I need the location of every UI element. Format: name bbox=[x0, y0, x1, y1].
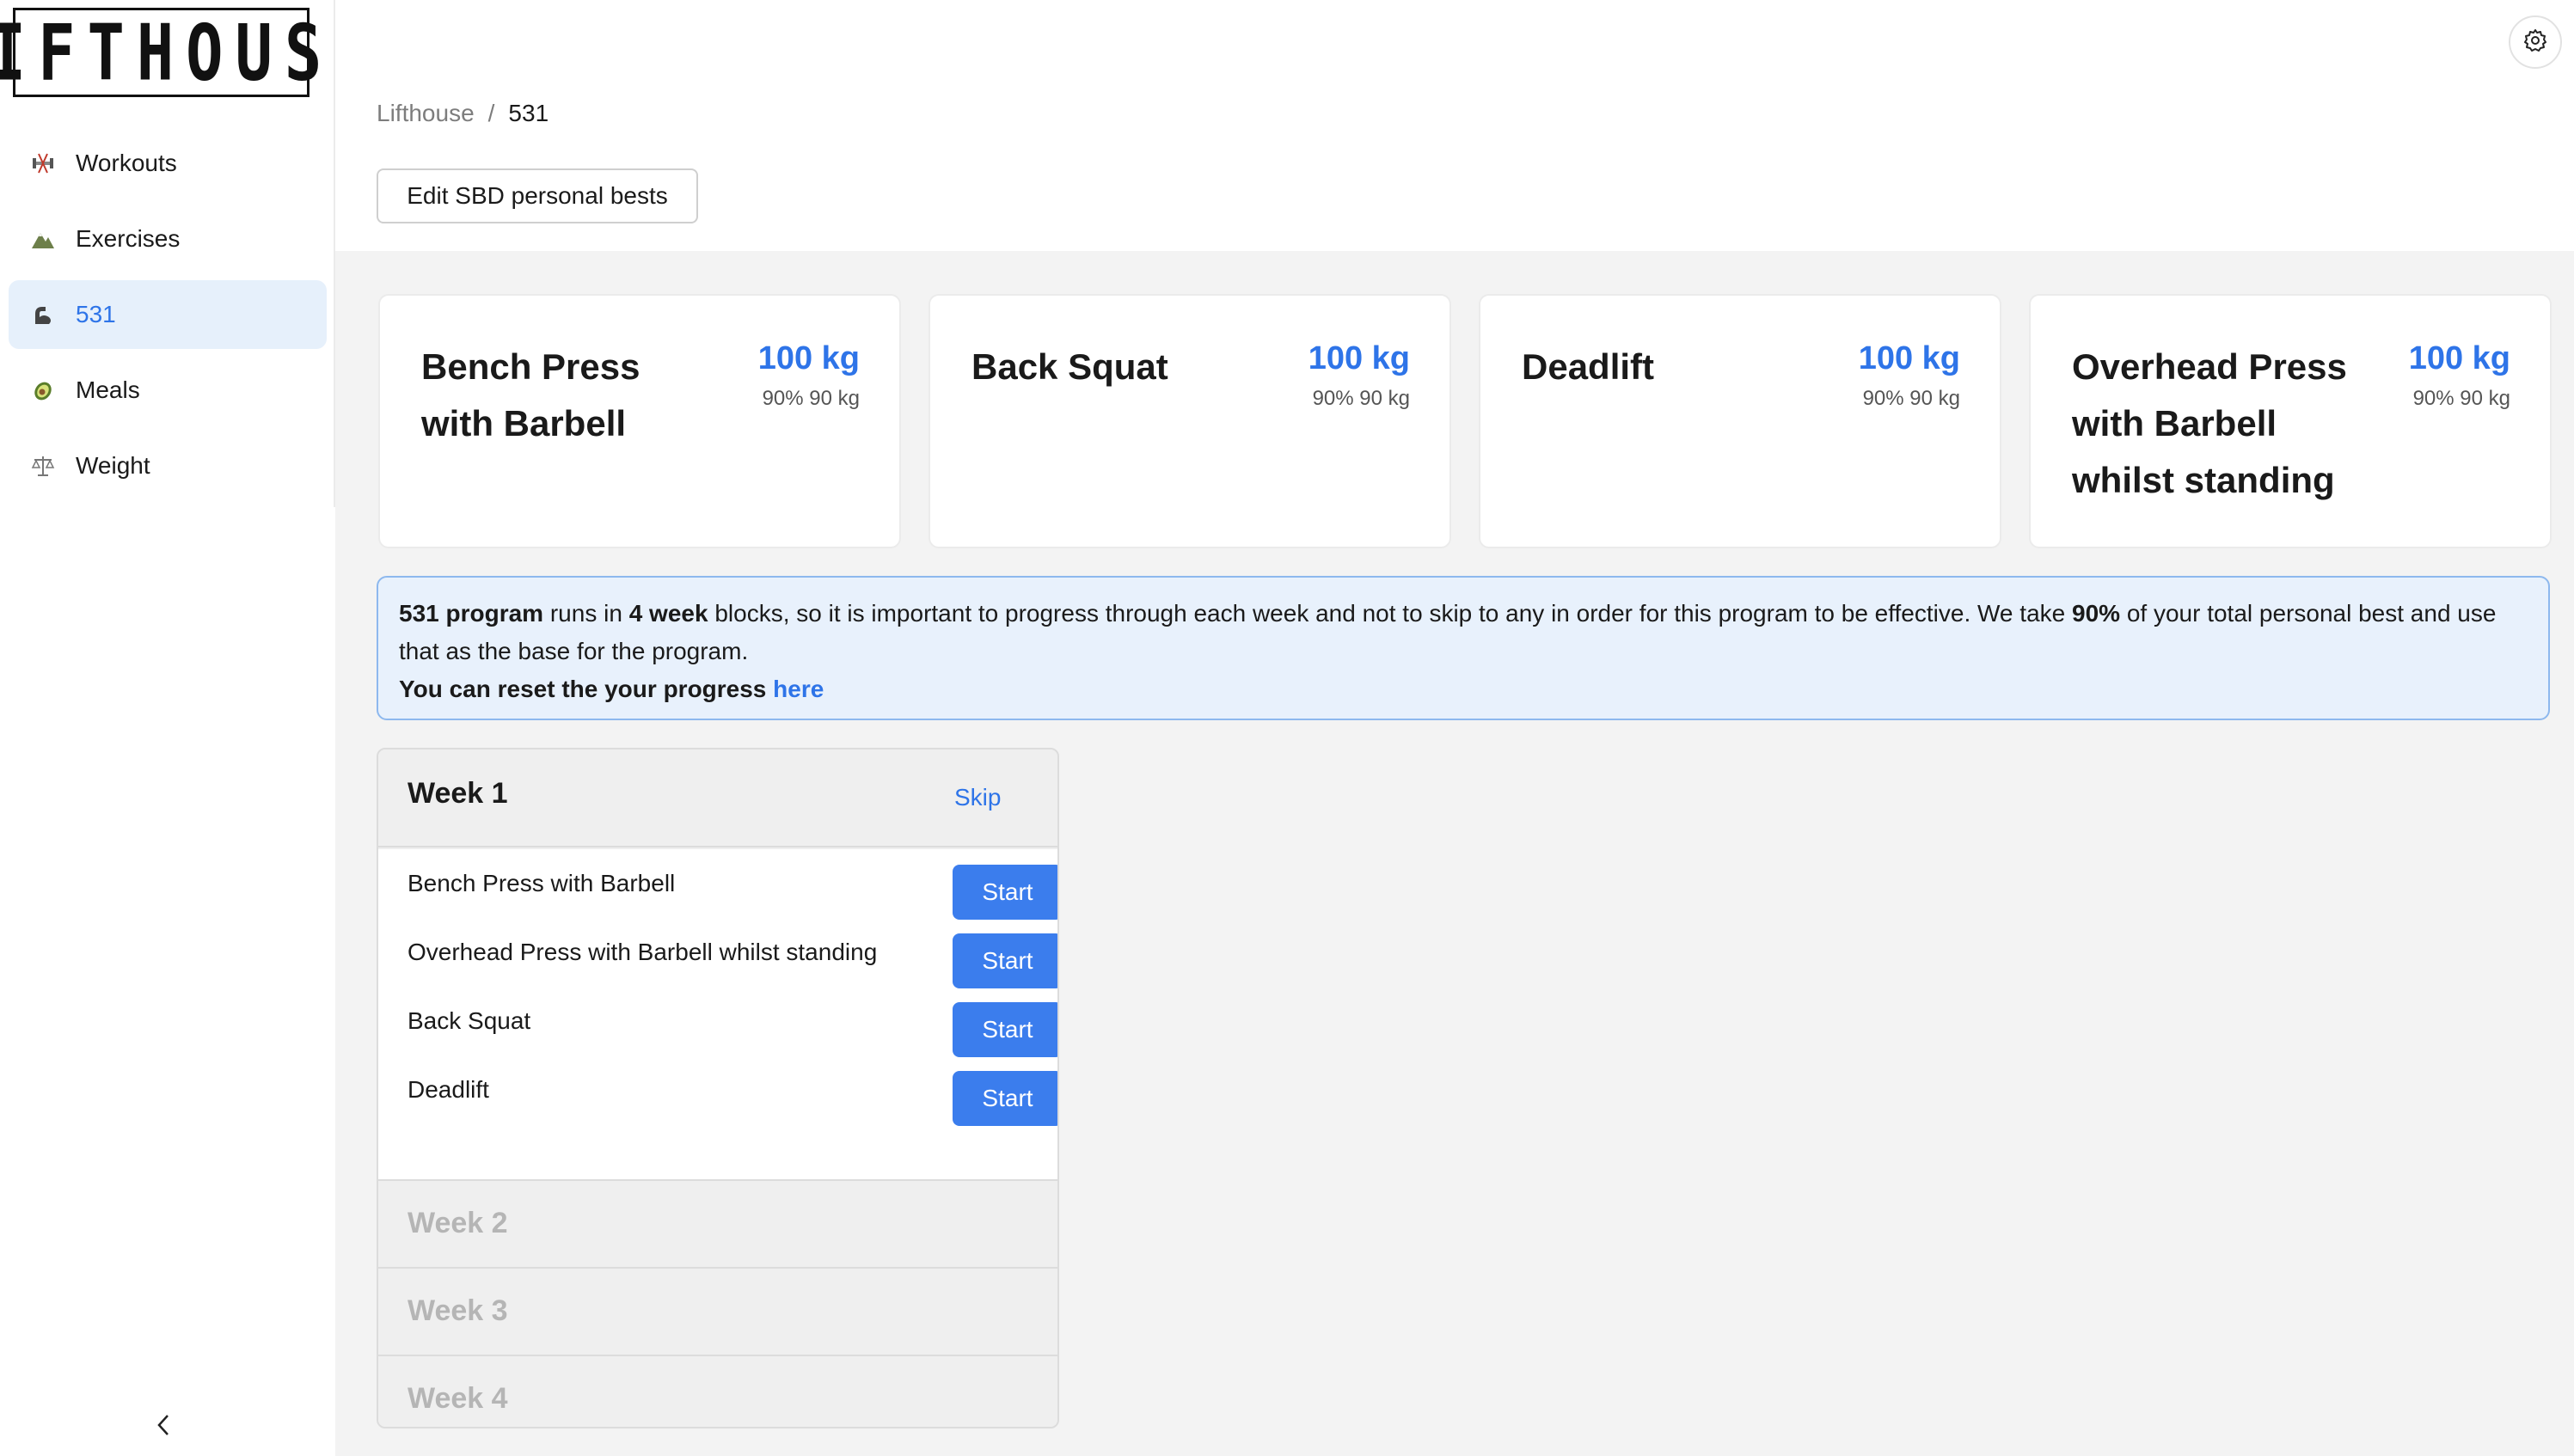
info-text: blocks, so it is important to progress t… bbox=[708, 600, 2072, 627]
exercise-name: Back Squat bbox=[408, 1007, 531, 1034]
lift-card-title: Bench Press with Barbell bbox=[421, 346, 640, 444]
sidebar-item-label: 531 bbox=[76, 301, 116, 327]
breadcrumb: Lifthouse / 531 bbox=[377, 100, 549, 127]
week-1-header[interactable]: Week 1 Skip bbox=[378, 749, 1057, 847]
week-3-header[interactable]: Week 3 bbox=[378, 1270, 1057, 1356]
info-percent: 90% bbox=[2072, 600, 2121, 627]
sidebar: LIFTHOUSE Workouts Exercises 531 Meals bbox=[0, 0, 371, 1456]
reset-progress-line: You can reset the your progress here bbox=[399, 670, 2528, 708]
scales-icon bbox=[26, 449, 60, 483]
lift-card: Back Squat 100 kg 90% 90 kg bbox=[928, 294, 1451, 548]
lift-card-weight: 100 kg bbox=[2408, 340, 2510, 376]
mountain-icon bbox=[26, 222, 60, 256]
exercise-name: Deadlift bbox=[408, 1076, 489, 1103]
lift-card-weight: 100 kg bbox=[1308, 340, 1410, 376]
lift-card-title: Deadlift bbox=[1522, 346, 1655, 387]
weeks-accordion: Week 1 Skip Bench Press with Barbell Sta… bbox=[377, 748, 1059, 1428]
info-program-name: 531 program bbox=[399, 600, 544, 627]
flexed-arm-icon bbox=[26, 297, 60, 332]
exercise-row: Back Squat Start bbox=[408, 1002, 1057, 1057]
sidebar-item-weight[interactable]: Weight bbox=[9, 431, 327, 500]
week-title: Week 3 bbox=[408, 1294, 508, 1327]
breadcrumb-home-link[interactable]: Lifthouse bbox=[377, 100, 475, 127]
avocado-icon bbox=[26, 373, 60, 407]
exercise-name: Overhead Press with Barbell whilst stand… bbox=[408, 939, 878, 965]
settings-button[interactable] bbox=[2509, 15, 2562, 69]
week-1-body: Bench Press with Barbell Start Overhead … bbox=[378, 849, 1057, 1181]
lift-card-title: Overhead Press with Barbell whilst stand… bbox=[2072, 346, 2347, 500]
edit-personal-bests-button[interactable]: Edit SBD personal bests bbox=[377, 168, 698, 223]
skip-week-button[interactable]: Skip bbox=[954, 784, 1001, 811]
info-weeks: 4 week bbox=[628, 600, 708, 627]
program-info-alert: 531 program runs in 4 week blocks, so it… bbox=[377, 576, 2550, 720]
reset-progress-text: You can reset the your progress bbox=[399, 676, 774, 702]
breadcrumb-separator: / bbox=[487, 100, 495, 126]
chevron-left-icon bbox=[154, 1413, 173, 1441]
sidebar-item-label: Exercises bbox=[76, 225, 181, 252]
collapse-sidebar-button[interactable] bbox=[142, 1410, 185, 1444]
start-exercise-button[interactable]: Start bbox=[953, 933, 1057, 988]
sidebar-item-meals[interactable]: Meals bbox=[9, 356, 327, 425]
lift-card-weight: 100 kg bbox=[757, 340, 860, 376]
lift-card: Bench Press with Barbell 100 kg 90% 90 k… bbox=[378, 294, 901, 548]
reset-progress-link[interactable]: here bbox=[773, 676, 824, 702]
exercise-name: Bench Press with Barbell bbox=[408, 870, 676, 896]
lift-card-title: Back Squat bbox=[971, 346, 1168, 387]
sidebar-item-label: Meals bbox=[76, 376, 140, 403]
gear-icon bbox=[2522, 28, 2548, 58]
sidebar-item-exercises[interactable]: Exercises bbox=[9, 205, 327, 273]
breadcrumb-current: 531 bbox=[508, 100, 549, 126]
lift-card-percentage: 90% 90 kg bbox=[1862, 387, 1960, 410]
week-title: Week 4 bbox=[408, 1382, 508, 1415]
program-info-text: 531 program runs in 4 week blocks, so it… bbox=[399, 595, 2528, 670]
lift-card-percentage: 90% 90 kg bbox=[1312, 387, 1410, 410]
lift-card: Deadlift 100 kg 90% 90 kg bbox=[1479, 294, 2001, 548]
lift-card: Overhead Press with Barbell whilst stand… bbox=[2029, 294, 2552, 548]
week-title: Week 2 bbox=[408, 1207, 508, 1239]
week-2-header[interactable]: Week 2 bbox=[378, 1183, 1057, 1269]
lift-card-percentage: 90% 90 kg bbox=[2412, 387, 2510, 410]
week-title: Week 1 bbox=[408, 777, 508, 810]
lift-card-weight: 100 kg bbox=[1858, 340, 1960, 376]
logo-text: LIFTHOUSE bbox=[0, 7, 383, 98]
start-exercise-button[interactable]: Start bbox=[953, 1071, 1057, 1126]
week-4-header[interactable]: Week 4 bbox=[378, 1358, 1057, 1427]
app-logo[interactable]: LIFTHOUSE bbox=[0, 8, 371, 97]
sidebar-item-label: Weight bbox=[76, 452, 150, 479]
exercise-row: Bench Press with Barbell Start bbox=[408, 865, 1057, 920]
sidebar-item-workouts[interactable]: Workouts bbox=[9, 129, 327, 198]
dumbbell-icon bbox=[26, 146, 60, 180]
exercise-row: Deadlift Start bbox=[408, 1071, 1057, 1126]
start-exercise-button[interactable]: Start bbox=[953, 1002, 1057, 1057]
lift-card-percentage: 90% 90 kg bbox=[762, 387, 860, 410]
exercise-row: Overhead Press with Barbell whilst stand… bbox=[408, 933, 1057, 988]
sidebar-item-label: Workouts bbox=[76, 150, 177, 176]
info-text: runs in bbox=[543, 600, 629, 627]
sidebar-item-531[interactable]: 531 bbox=[9, 280, 327, 349]
start-exercise-button[interactable]: Start bbox=[953, 865, 1057, 920]
